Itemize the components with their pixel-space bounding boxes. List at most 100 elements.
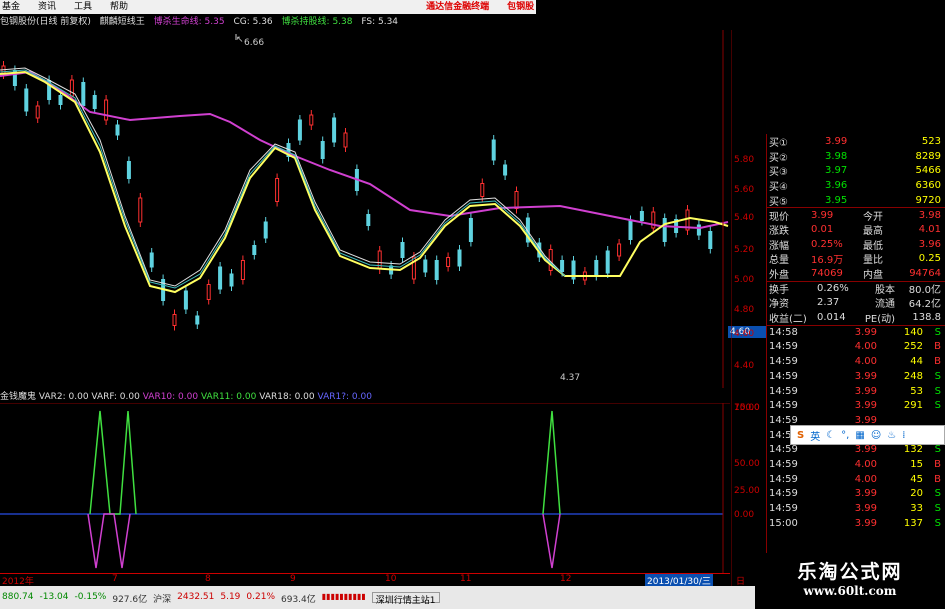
- quote-cell: 14:59: [769, 370, 798, 382]
- quote-cell: 14:59: [769, 473, 798, 485]
- quote-cell: 3.95: [825, 194, 848, 206]
- var18-label: VAR18: 0.00: [259, 392, 315, 402]
- quote-row: 14:59 4.00 252 B: [767, 340, 945, 355]
- candle: [320, 141, 325, 159]
- keyboard-icon[interactable]: ▦: [855, 430, 864, 441]
- user-icon[interactable]: ☺: [871, 430, 881, 441]
- quote-cell: 3.99: [811, 209, 834, 221]
- quote-cell: S: [934, 400, 941, 412]
- quote-cell: 14:58: [769, 327, 798, 339]
- candle: [183, 290, 188, 310]
- quote-cell: 3.99: [854, 517, 877, 529]
- quote-cell: 3.96: [825, 179, 848, 191]
- quote-panel: 买① 3.99 523 买② 3.98 8289 买③ 3.97 5466 买④ 3.96 6360 买…: [766, 134, 945, 581]
- menu-item-news[interactable]: 资讯: [38, 0, 56, 14]
- candlestick-chart[interactable]: 6.66 ↖ 4.37: [0, 30, 730, 388]
- candle: [628, 220, 633, 240]
- quote-cell: 买③: [769, 167, 788, 179]
- quote-cell: 140: [903, 327, 923, 339]
- line1-label: 博杀生命线: 5.35: [153, 17, 225, 27]
- quote-cell: PE(动): [864, 314, 895, 326]
- candle: [446, 257, 451, 267]
- quote-cell: 最高: [863, 225, 883, 237]
- candle: [332, 117, 337, 143]
- activity-bars: ▮▮▮▮▮▮▮▮▮▮: [321, 592, 366, 601]
- quote-row: 涨幅 0.25% 最低 3.96: [767, 237, 945, 252]
- quote-row: 14:59 3.99 20 S: [767, 487, 945, 502]
- shirt-icon[interactable]: ♨: [887, 430, 896, 441]
- promo-link[interactable]: 通达信金融终端: [426, 0, 489, 14]
- promo-link-2[interactable]: 包钢股: [507, 0, 534, 14]
- quote-cell: 45: [910, 473, 923, 485]
- menu-item-tools[interactable]: 工具: [74, 0, 92, 14]
- quote-cell: S: [934, 444, 941, 456]
- quote-cell: 5466: [915, 165, 941, 177]
- candle: [366, 214, 371, 226]
- sub-indicator-name: 金钱魔鬼: [0, 392, 37, 402]
- line2-label: 博杀持股线: 5.38: [281, 17, 353, 27]
- candle: [195, 315, 200, 325]
- quote-row: 买① 3.99 523: [767, 134, 945, 149]
- quote-row: 14:59 3.99 53 S: [767, 384, 945, 399]
- quote-row: 买④ 3.96 6360: [767, 178, 945, 193]
- quote-cell: S: [934, 488, 941, 500]
- x-tick: 8: [205, 574, 211, 584]
- server-status[interactable]: 深圳行情主站1: [371, 592, 440, 606]
- quote-cell: 132: [903, 444, 923, 456]
- top-right-area: [536, 0, 945, 30]
- quote-row: 总量 16.9万 量比 0.25: [767, 252, 945, 267]
- quote-cell: 14:59: [769, 458, 798, 470]
- var2-label: VAR2: 0.00: [38, 392, 89, 402]
- quote-cell: B: [934, 473, 941, 485]
- quote-cell: 44: [910, 356, 923, 368]
- varf-label: VARF: 0.00: [91, 392, 140, 402]
- candle: [81, 82, 86, 106]
- quote-cell: 3.99: [854, 370, 877, 382]
- candle: [172, 314, 177, 326]
- fs-label: FS: 5.34: [361, 17, 399, 27]
- moon-icon[interactable]: ☾: [826, 430, 835, 441]
- sub-indicator-chart[interactable]: 100.0: [0, 403, 730, 573]
- quote-cell: 14:59: [769, 444, 798, 456]
- var10-label: VAR10: 0.00: [142, 392, 199, 402]
- quote-cell: 4.00: [854, 473, 877, 485]
- quote-cell: 4.01: [918, 223, 941, 235]
- quote-cell: 138.8: [912, 312, 941, 324]
- menu-item-help[interactable]: 帮助: [110, 0, 128, 14]
- price-tick: 4.60: [734, 329, 754, 339]
- quote-cell: 14:59: [769, 356, 798, 368]
- quote-row: 买③ 3.97 5466: [767, 163, 945, 178]
- quote-cell: 53: [910, 385, 923, 397]
- idx2-value: 2432.51: [177, 592, 215, 602]
- quote-cell: S: [934, 503, 941, 515]
- quote-cell: 内盘: [863, 270, 883, 282]
- idx-pct: -0.15%: [74, 592, 107, 602]
- punct-icon[interactable]: °,: [841, 430, 849, 441]
- price-tick: 5.80: [734, 155, 754, 165]
- ime-lang[interactable]: 英: [810, 428, 820, 443]
- quote-cell: B: [934, 458, 941, 470]
- var11-label: VAR11: 0.00: [200, 392, 257, 402]
- quote-cell: 3.99: [854, 444, 877, 456]
- price-tick: 5.00: [734, 275, 754, 285]
- quote-row: 14:59 4.00 44 B: [767, 354, 945, 369]
- x-tick: 7: [112, 574, 118, 584]
- idx-value: 880.74: [2, 592, 34, 602]
- candle: [662, 218, 667, 242]
- quote-row: 买⑤ 3.95 9720: [767, 193, 945, 208]
- candle: [423, 259, 428, 273]
- x-tick: 12: [560, 574, 572, 584]
- ime-toolbar[interactable]: S 英 ☾ °, ▦ ☺ ♨ ⁞: [790, 425, 945, 445]
- quote-cell: 涨跌: [769, 225, 789, 237]
- low-annotation: 4.37: [560, 373, 580, 383]
- quote-cell: 净资: [769, 299, 789, 311]
- quote-cell: 换手: [769, 285, 789, 297]
- quote-cell: 6360: [915, 179, 941, 191]
- grid-icon[interactable]: ⁞: [902, 430, 905, 441]
- quote-row: 净资 2.37 流通 64.2亿: [767, 296, 945, 311]
- menu-item-fund[interactable]: 基金: [2, 0, 20, 14]
- menu-bar: 基金 资讯 工具 帮助 通达信金融终端 包钢股: [0, 0, 536, 14]
- quote-cell: 252: [903, 341, 923, 353]
- quote-cell: 16.9万: [811, 255, 844, 267]
- quote-row: 收益(二) 0.014 PE(动) 138.8: [767, 310, 945, 325]
